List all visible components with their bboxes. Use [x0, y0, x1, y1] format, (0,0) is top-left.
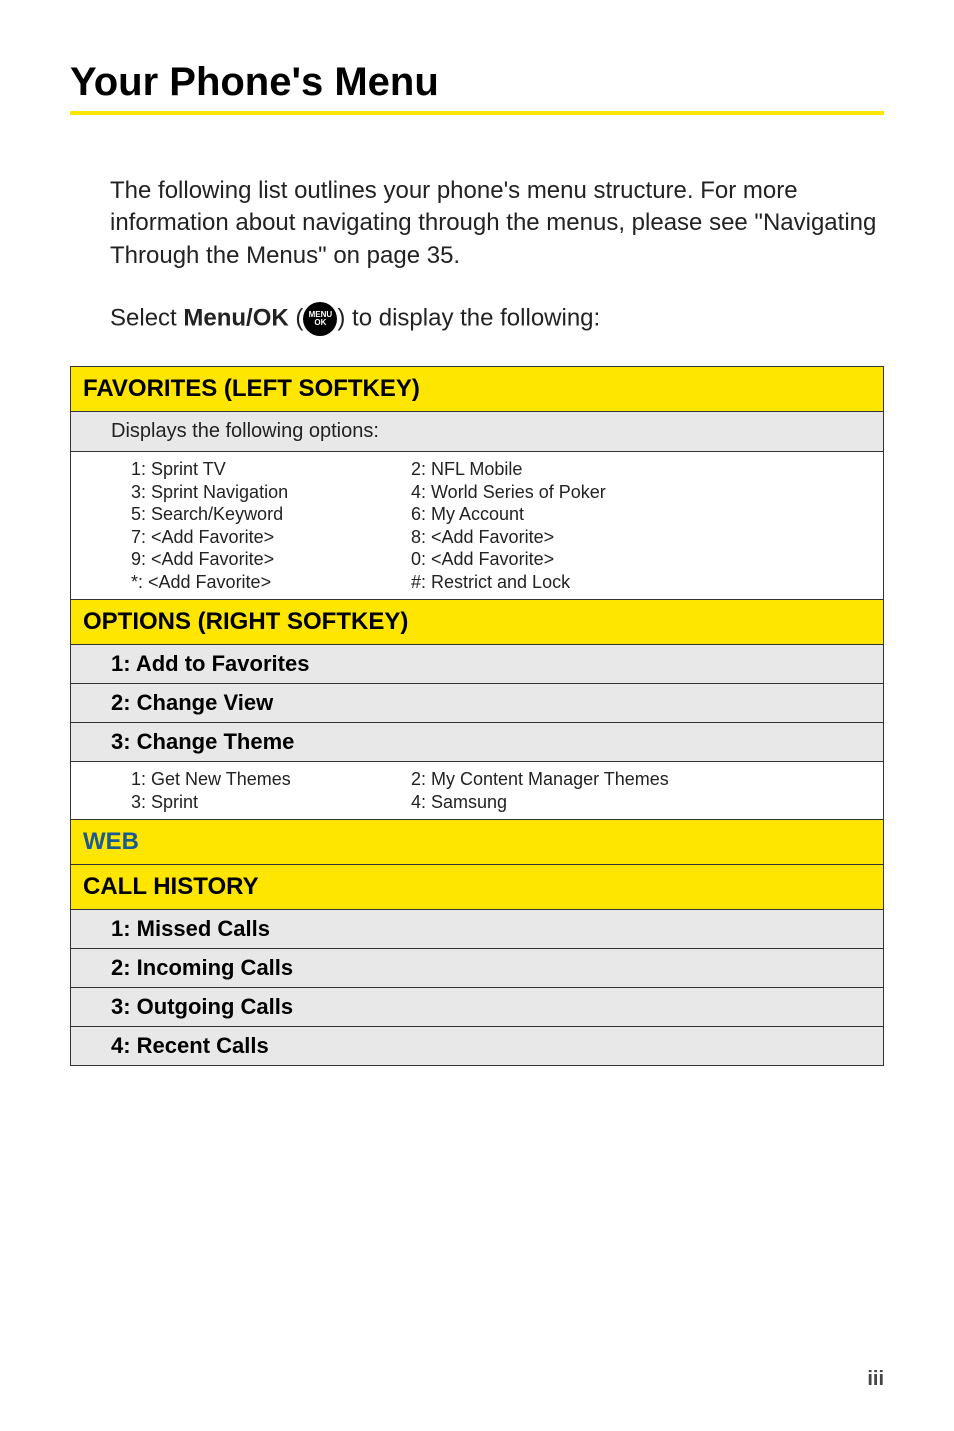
title-underline — [70, 111, 884, 115]
list-item: #: Restrict and Lock — [411, 571, 871, 594]
page-title: Your Phone's Menu — [70, 60, 884, 105]
list-item: 7: <Add Favorite> — [131, 526, 411, 549]
select-prefix: Select — [110, 305, 183, 332]
icon-bottom-text: OK — [314, 318, 326, 327]
list-item: 9: <Add Favorite> — [131, 548, 411, 571]
list-item: 1: Get New Themes — [131, 768, 411, 791]
list-item: *: <Add Favorite> — [131, 571, 411, 594]
intro-text: The following list outlines your phone's… — [110, 175, 884, 272]
themes-col2: 2: My Content Manager Themes 4: Samsung — [411, 768, 871, 813]
favorites-header: FAVORITES (LEFT SOFTKEY) — [71, 367, 883, 412]
callhistory-item: 3: Outgoing Calls — [71, 988, 883, 1027]
page-number: iii — [867, 1368, 884, 1391]
list-item: 3: Sprint — [131, 791, 411, 814]
themes-items: 1: Get New Themes 3: Sprint 2: My Conten… — [71, 762, 883, 820]
select-paren-close: ) — [337, 305, 352, 332]
callhistory-item: 4: Recent Calls — [71, 1027, 883, 1065]
options-item: 1: Add to Favorites — [71, 645, 883, 684]
select-suffix: to display the following: — [352, 305, 600, 332]
callhistory-header: CALL HISTORY — [71, 865, 883, 910]
favorites-desc: Displays the following options: — [71, 412, 883, 452]
options-header: OPTIONS (RIGHT SOFTKEY) — [71, 600, 883, 645]
select-paren-open: ( — [289, 305, 304, 332]
favorites-col1: 1: Sprint TV 3: Sprint Navigation 5: Sea… — [131, 458, 411, 593]
list-item: 2: My Content Manager Themes — [411, 768, 871, 791]
web-header: WEB — [71, 820, 883, 865]
list-item: 6: My Account — [411, 503, 871, 526]
favorites-items: 1: Sprint TV 3: Sprint Navigation 5: Sea… — [71, 452, 883, 600]
callhistory-item: 1: Missed Calls — [71, 910, 883, 949]
list-item: 0: <Add Favorite> — [411, 548, 871, 571]
list-item: 4: Samsung — [411, 791, 871, 814]
themes-col1: 1: Get New Themes 3: Sprint — [131, 768, 411, 813]
menu-ok-icon: MENUOK — [303, 302, 337, 336]
list-item: 3: Sprint Navigation — [131, 481, 411, 504]
list-item: 4: World Series of Poker — [411, 481, 871, 504]
list-item: 1: Sprint TV — [131, 458, 411, 481]
favorites-col2: 2: NFL Mobile 4: World Series of Poker 6… — [411, 458, 871, 593]
list-item: 5: Search/Keyword — [131, 503, 411, 526]
list-item: 2: NFL Mobile — [411, 458, 871, 481]
options-item: 3: Change Theme — [71, 723, 883, 762]
select-instruction: Select Menu/OK (MENUOK) to display the f… — [110, 302, 884, 336]
callhistory-item: 2: Incoming Calls — [71, 949, 883, 988]
menu-table: FAVORITES (LEFT SOFTKEY) Displays the fo… — [70, 366, 884, 1066]
select-bold: Menu/OK — [183, 305, 288, 332]
list-item: 8: <Add Favorite> — [411, 526, 871, 549]
options-item: 2: Change View — [71, 684, 883, 723]
